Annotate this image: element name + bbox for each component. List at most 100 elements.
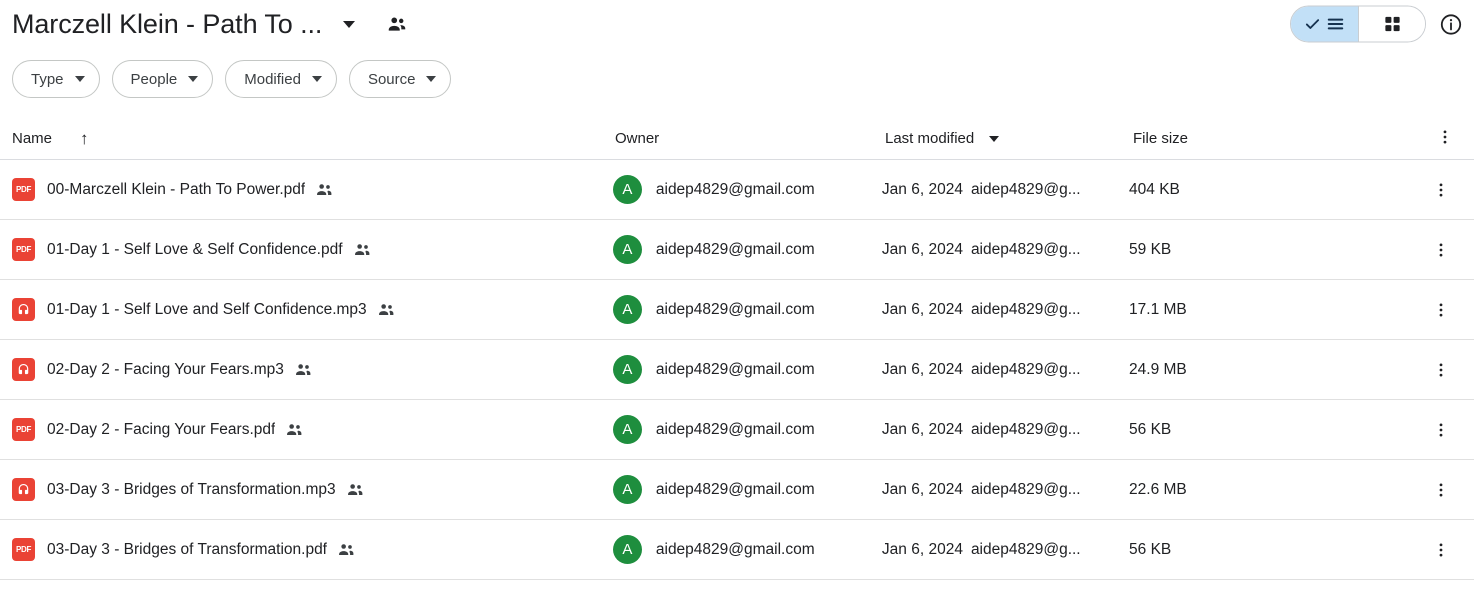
people-shared-icon (346, 480, 365, 499)
chevron-down-icon[interactable] (338, 13, 360, 35)
people-shared-icon (285, 420, 304, 439)
file-size-label: 59 KB (1129, 240, 1172, 258)
header-actions (1290, 5, 1464, 43)
more-vert-icon[interactable] (1428, 477, 1454, 503)
modified-date-label: Jan 6, 2024 (881, 540, 963, 558)
modified-by-label: aidep4829@g... (970, 420, 1081, 438)
file-size-label: 17.1 MB (1129, 300, 1187, 318)
file-modified-cell: Jan 6, 2024 aidep4829@g... (882, 181, 1129, 199)
people-shared-icon (377, 300, 396, 319)
filter-chip-type[interactable]: Type (12, 60, 100, 98)
column-header-name-label: Name (12, 130, 53, 147)
file-name-label: 02-Day 2 - Facing Your Fears.pdf (47, 420, 276, 438)
people-shared-icon (294, 360, 313, 379)
more-vert-icon[interactable] (1428, 177, 1454, 203)
filter-chip-people[interactable]: People (111, 60, 214, 98)
column-header-last-modified[interactable]: Last modified (885, 130, 1133, 147)
table-row[interactable]: PDF 01-Day 1 - Self Love & Self Confiden… (0, 220, 1474, 280)
table-row[interactable]: 02-Day 2 - Facing Your Fears.mp3 A aidep… (0, 340, 1474, 400)
file-name-cell: 01-Day 1 - Self Love and Self Confidence… (12, 298, 613, 321)
pdf-file-icon: PDF (12, 178, 35, 201)
column-header-owner-label: Owner (615, 130, 660, 147)
file-size-cell: 22.6 MB (1129, 481, 1428, 499)
file-name-cell: PDF 01-Day 1 - Self Love & Self Confiden… (12, 238, 613, 261)
table-row[interactable]: 03-Day 3 - Bridges of Transformation.mp3… (0, 460, 1474, 520)
table-row[interactable]: PDF 00-Marczell Klein - Path To Power.pd… (0, 160, 1474, 220)
file-size-label: 56 KB (1129, 540, 1172, 558)
filter-chip-modified[interactable]: Modified (225, 60, 337, 98)
column-header-last-modified-label: Last modified (885, 130, 975, 147)
owner-email-label: aidep4829@gmail.com (655, 240, 815, 258)
file-name-label: 02-Day 2 - Facing Your Fears.mp3 (47, 360, 284, 378)
owner-email-label: aidep4829@gmail.com (655, 360, 815, 378)
owner-email-label: aidep4829@gmail.com (655, 480, 815, 498)
modified-date-label: Jan 6, 2024 (881, 360, 963, 378)
more-vert-icon[interactable] (1428, 417, 1454, 443)
chevron-down-icon (989, 135, 1000, 142)
table-row[interactable]: PDF 03-Day 3 - Bridges of Transformation… (0, 520, 1474, 580)
table-row[interactable]: PDF 02-Day 2 - Facing Your Fears.pdf A a… (0, 400, 1474, 460)
file-name-label: 01-Day 1 - Self Love & Self Confidence.p… (47, 240, 343, 258)
modified-date-label: Jan 6, 2024 (881, 300, 963, 318)
column-header-name[interactable]: Name ↑ (12, 130, 615, 147)
modified-date-label: Jan 6, 2024 (881, 240, 963, 258)
avatar: A (612, 415, 642, 444)
file-owner-cell: A aidep4829@gmail.com (612, 415, 882, 444)
info-icon[interactable] (1438, 11, 1464, 37)
table-header-row: Name ↑ Owner Last modified File size (0, 118, 1474, 160)
file-modified-cell: Jan 6, 2024 aidep4829@g... (882, 421, 1129, 439)
more-vert-icon[interactable] (1428, 237, 1454, 263)
row-actions-cell (1428, 357, 1462, 383)
folder-header: Marczell Klein - Path To ... (0, 0, 1474, 48)
file-size-label: 24.9 MB (1129, 360, 1187, 378)
audio-file-icon (12, 478, 35, 501)
view-mode-toggle[interactable] (1290, 5, 1426, 43)
modified-by-label: aidep4829@g... (970, 360, 1081, 378)
row-actions-cell (1428, 477, 1462, 503)
audio-file-icon (12, 298, 35, 321)
file-size-cell: 56 KB (1129, 541, 1428, 559)
filter-chip-label: People (130, 70, 178, 88)
filter-chip-label: Type (31, 70, 64, 88)
column-header-file-size[interactable]: File size (1133, 130, 1433, 147)
file-owner-cell: A aidep4829@gmail.com (612, 535, 882, 564)
filter-chip-source[interactable]: Source (348, 60, 452, 98)
chevron-down-icon (311, 76, 322, 82)
column-header-owner[interactable]: Owner (615, 130, 885, 147)
table-row[interactable]: 01-Day 1 - Self Love and Self Confidence… (0, 280, 1474, 340)
people-shared-icon[interactable] (384, 11, 410, 37)
column-header-file-size-label: File size (1133, 130, 1189, 147)
modified-date-label: Jan 6, 2024 (881, 180, 963, 198)
avatar: A (612, 355, 642, 384)
grid-view-icon[interactable] (1358, 6, 1425, 42)
file-list-table: Name ↑ Owner Last modified File size PDF… (0, 118, 1474, 580)
file-modified-cell: Jan 6, 2024 aidep4829@g... (882, 301, 1129, 319)
modified-date-label: Jan 6, 2024 (881, 480, 963, 498)
avatar: A (612, 295, 642, 324)
file-size-cell: 404 KB (1129, 181, 1428, 199)
file-name-label: 00-Marczell Klein - Path To Power.pdf (47, 180, 306, 198)
more-vert-icon[interactable] (1428, 537, 1454, 563)
file-owner-cell: A aidep4829@gmail.com (612, 175, 882, 204)
avatar: A (612, 235, 642, 264)
more-vert-icon[interactable] (1428, 357, 1454, 383)
file-modified-cell: Jan 6, 2024 aidep4829@g... (882, 541, 1129, 559)
row-actions-cell (1428, 177, 1462, 203)
file-size-cell: 24.9 MB (1129, 361, 1428, 379)
list-view-icon[interactable] (1291, 6, 1358, 42)
file-type-icon-label: PDF (15, 185, 32, 194)
audio-file-icon (12, 358, 35, 381)
file-rows: PDF 00-Marczell Klein - Path To Power.pd… (0, 160, 1474, 580)
more-vert-icon[interactable] (1428, 297, 1454, 323)
file-name-label: 03-Day 3 - Bridges of Transformation.mp3 (47, 480, 336, 498)
owner-email-label: aidep4829@gmail.com (655, 540, 815, 558)
modified-by-label: aidep4829@g... (970, 180, 1081, 198)
row-actions-cell (1428, 237, 1462, 263)
owner-email-label: aidep4829@gmail.com (655, 180, 815, 198)
file-name-label: 01-Day 1 - Self Love and Self Confidence… (47, 300, 367, 318)
more-vert-icon[interactable] (1436, 128, 1454, 150)
file-size-label: 22.6 MB (1129, 480, 1187, 498)
page-title: Marczell Klein - Path To ... (12, 8, 323, 39)
column-header-menu[interactable] (1433, 128, 1462, 150)
avatar: A (612, 175, 642, 204)
